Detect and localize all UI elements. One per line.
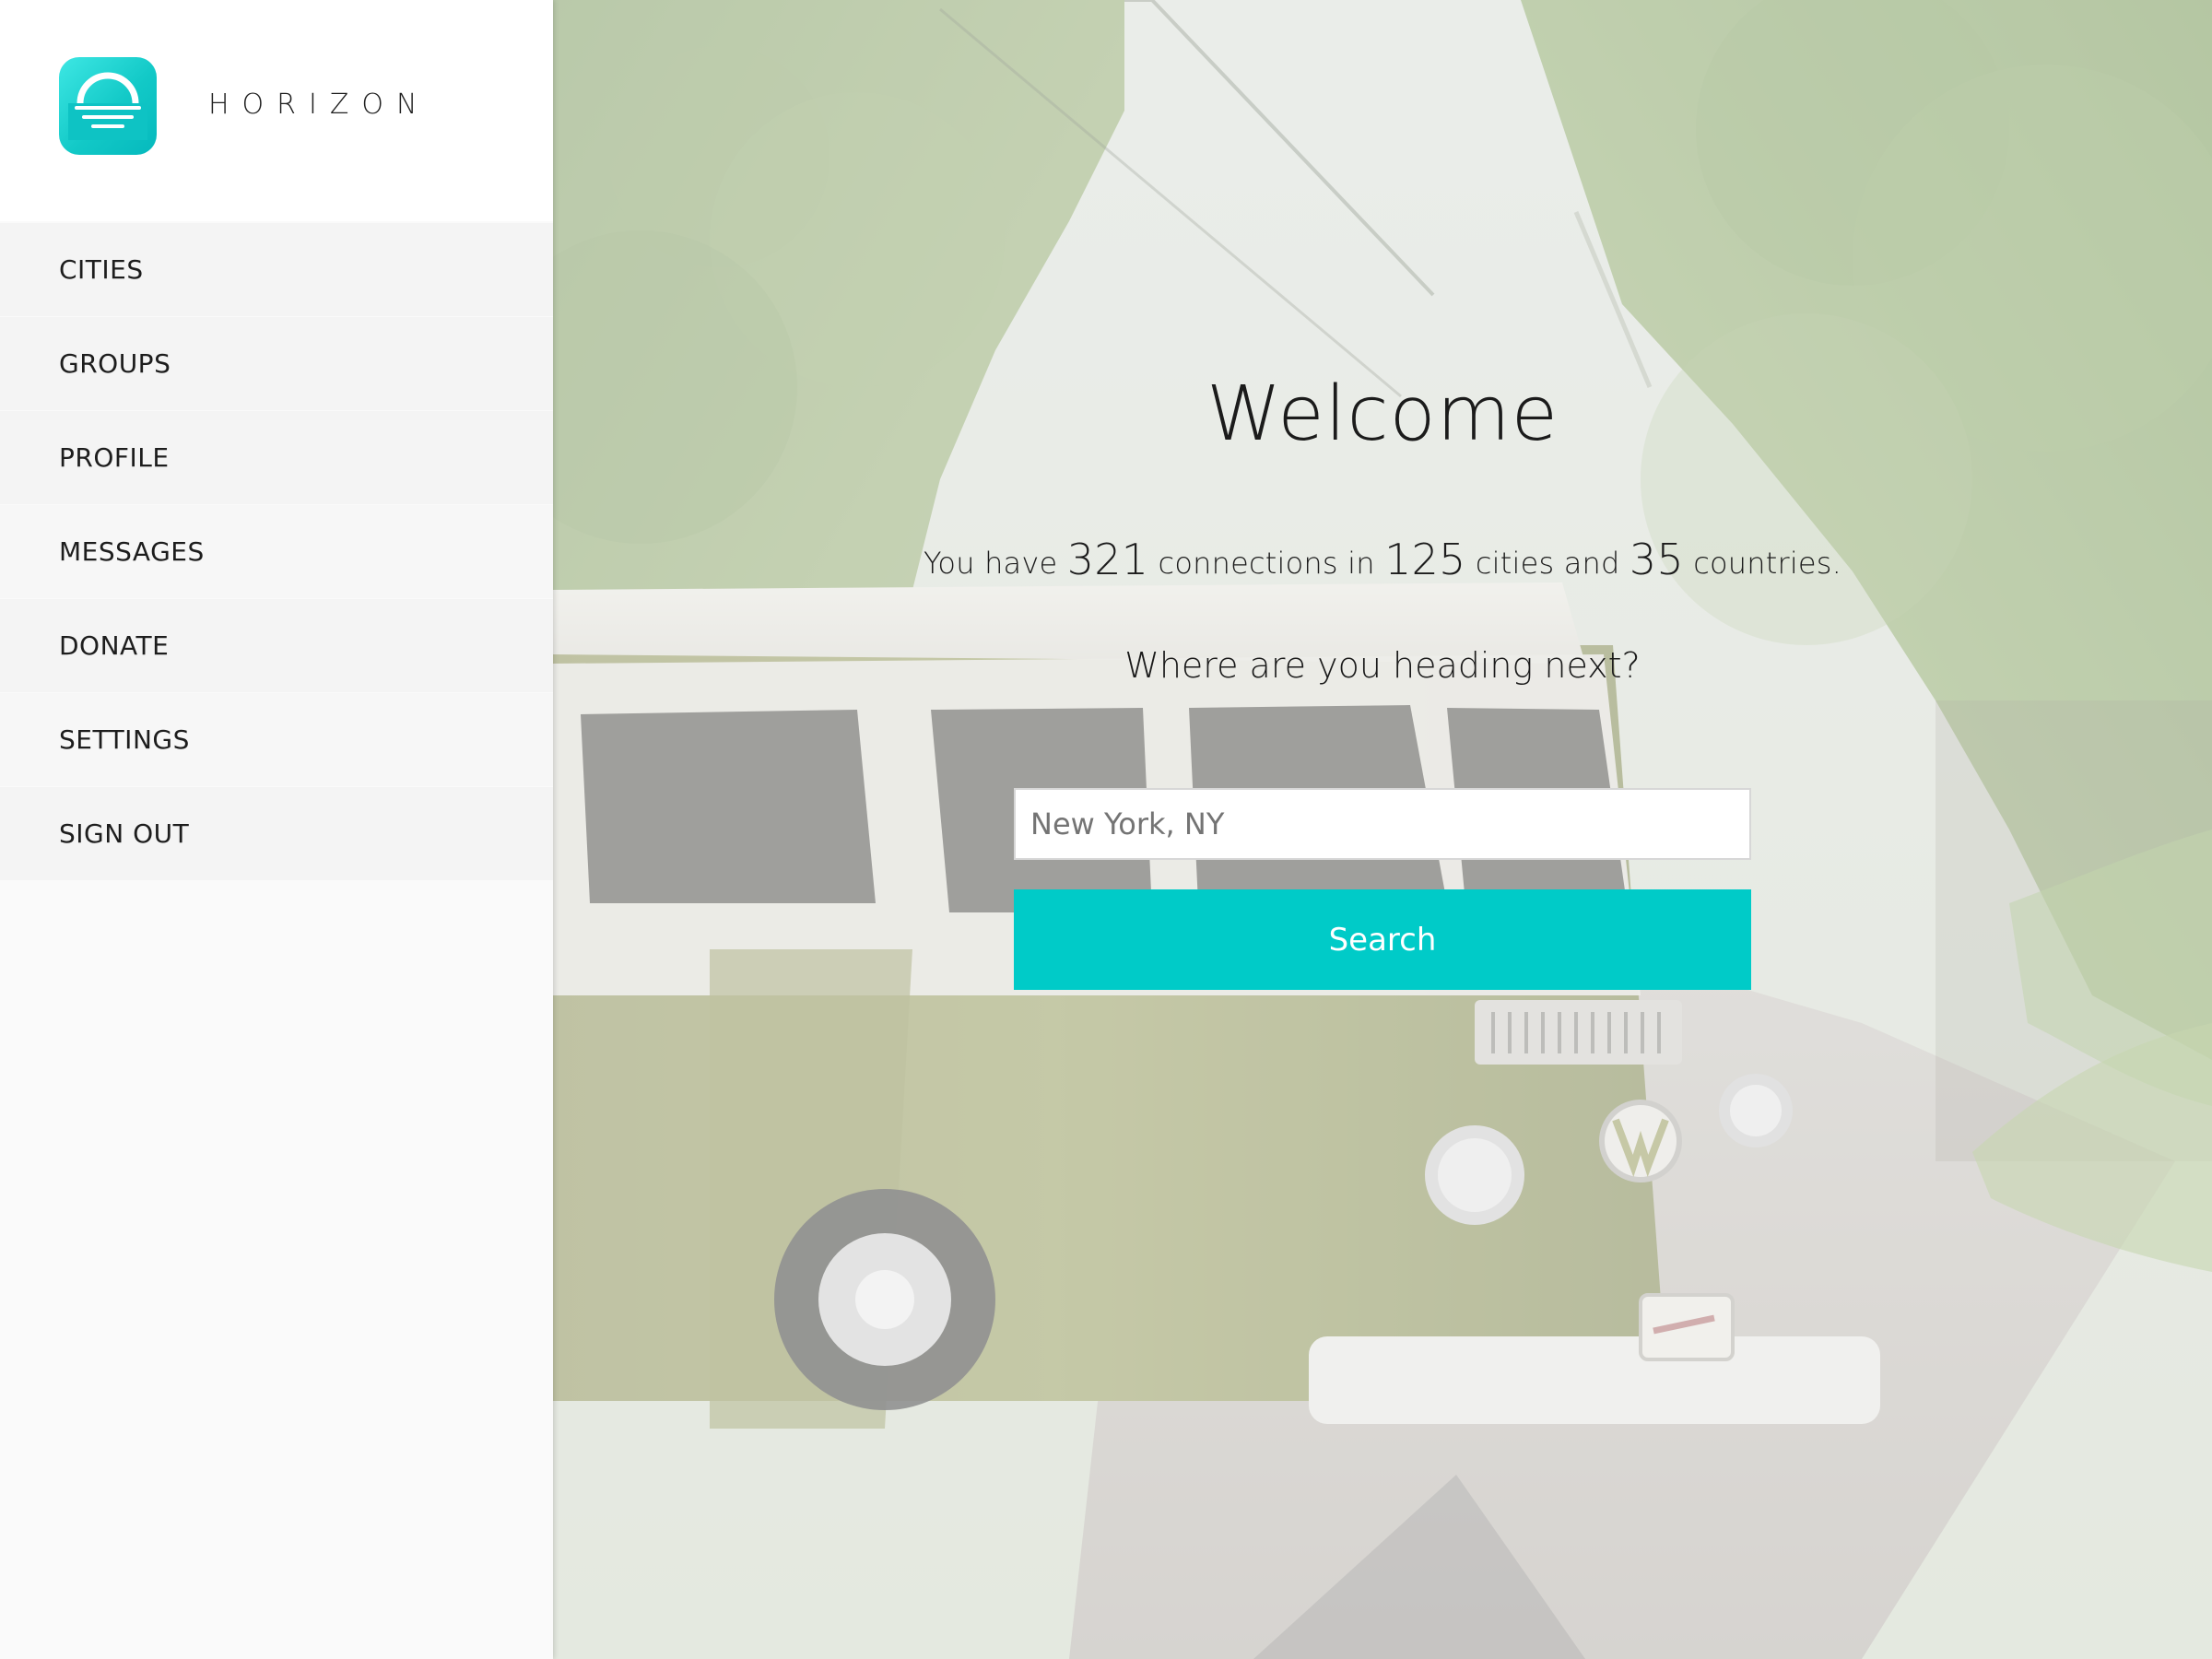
page-title: Welcome <box>1206 371 1559 458</box>
main-panel: Welcome You have 321 connections in 125 … <box>553 0 2212 1659</box>
sidebar-item-settings[interactable]: SETTINGS <box>0 693 553 786</box>
sidebar: HORIZON CITIES GROUPS PROFILE MESSAGES D… <box>0 0 553 1659</box>
connections-count: 321 <box>1066 535 1149 584</box>
sidebar-item-cities[interactable]: CITIES <box>0 223 553 316</box>
cities-count: 125 <box>1384 535 1466 584</box>
welcome-panel: Welcome You have 321 connections in 125 … <box>553 0 2212 1659</box>
subtitle: Where are you heading next? <box>1124 645 1641 686</box>
countries-label: countries. <box>1693 546 1842 581</box>
connection-stats: You have 321 connections in 125 cities a… <box>553 535 2212 584</box>
cities-label: cities and <box>1475 546 1620 581</box>
sidebar-item-profile[interactable]: PROFILE <box>0 411 553 504</box>
countries-count: 35 <box>1629 535 1684 584</box>
stats-prefix: You have <box>923 546 1058 581</box>
sidebar-item-sign-out[interactable]: SIGN OUT <box>0 787 553 880</box>
destination-search-input[interactable] <box>1014 788 1751 860</box>
connections-label: connections in <box>1158 546 1375 581</box>
sidebar-item-donate[interactable]: DONATE <box>0 599 553 692</box>
brand-header: HORIZON <box>0 0 553 221</box>
brand-name: HORIZON <box>208 88 430 121</box>
app-window: HORIZON CITIES GROUPS PROFILE MESSAGES D… <box>0 0 2212 1659</box>
sunrise-logo-icon <box>59 57 157 155</box>
sidebar-item-groups[interactable]: GROUPS <box>0 317 553 410</box>
sidebar-nav: CITIES GROUPS PROFILE MESSAGES DONATE SE… <box>0 223 553 881</box>
sidebar-item-messages[interactable]: MESSAGES <box>0 505 553 598</box>
search-button[interactable]: Search <box>1014 889 1751 990</box>
